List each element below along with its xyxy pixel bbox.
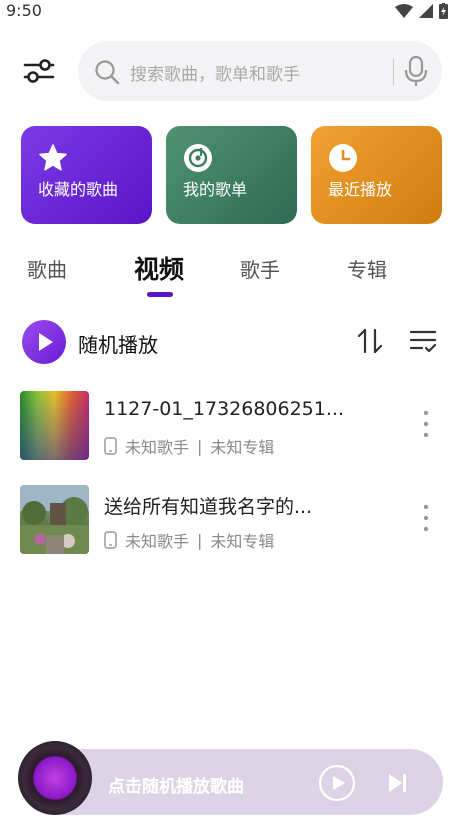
status-time: 9:50: [6, 1, 42, 20]
album-disc[interactable]: [18, 741, 92, 815]
microphone-icon[interactable]: [403, 55, 429, 87]
song-meta: 未知歌手 | 未知专辑: [104, 528, 274, 552]
clock-icon: [329, 144, 357, 172]
shuffle-play-button[interactable]: [22, 320, 66, 364]
song-title: 送给所有知道我名字的...: [104, 496, 313, 518]
search-icon: [95, 60, 120, 85]
player-label[interactable]: 点击随机播放歌曲: [108, 772, 244, 797]
wifi-icon: [395, 4, 413, 18]
song-artist: 未知歌手: [125, 438, 190, 457]
card-label: 收藏的歌曲: [38, 180, 119, 199]
search-bar[interactable]: 搜索歌曲，歌单和歌手: [78, 41, 442, 101]
list-check-icon[interactable]: [408, 326, 438, 356]
phone-icon: [104, 437, 117, 455]
song-album: 未知专辑: [210, 438, 275, 457]
garden-scene: [20, 485, 89, 554]
meta-separator: |: [197, 530, 203, 550]
shuffle-label[interactable]: 随机播放: [78, 329, 158, 358]
more-vertical-icon[interactable]: [416, 408, 436, 440]
sort-icon[interactable]: [355, 326, 385, 356]
music-disc-icon: [184, 144, 212, 172]
song-title: 1127-01_17326806251...: [104, 398, 344, 420]
shuffle-row: 随机播放: [0, 316, 458, 368]
video-thumbnail: [20, 485, 89, 554]
more-vertical-icon[interactable]: [416, 502, 436, 534]
song-album: 未知专辑: [210, 532, 275, 551]
tab-songs[interactable]: 歌曲: [27, 254, 67, 283]
tab-artists[interactable]: 歌手: [240, 254, 280, 283]
category-tabs: 歌曲 视频 歌手 专辑: [0, 248, 458, 300]
signal-icon: [419, 4, 433, 18]
status-icons: [395, 3, 448, 19]
search-divider: [393, 59, 394, 85]
top-bar: 搜索歌曲，歌单和歌手: [0, 40, 458, 102]
song-meta: 未知歌手 | 未知专辑: [104, 434, 274, 458]
active-tab-indicator: [147, 292, 173, 297]
status-bar: 9:50: [0, 0, 458, 24]
list-item[interactable]: 1127-01_17326806251... 未知歌手 | 未知专辑: [0, 386, 458, 466]
battery-icon: [439, 3, 448, 19]
tab-albums[interactable]: 专辑: [347, 254, 387, 283]
phone-icon: [104, 531, 117, 549]
tab-videos[interactable]: 视频: [134, 250, 184, 286]
star-icon: [39, 144, 67, 171]
play-circle-icon[interactable]: [318, 764, 356, 802]
song-artist: 未知歌手: [125, 532, 190, 551]
video-thumbnail: [20, 391, 89, 460]
card-label: 最近播放: [328, 180, 393, 199]
play-icon: [39, 333, 53, 351]
card-label: 我的歌单: [183, 180, 248, 199]
meta-separator: |: [197, 436, 203, 456]
settings-sliders-icon[interactable]: [22, 54, 56, 88]
search-input[interactable]: 搜索歌曲，歌单和歌手: [130, 60, 300, 85]
list-item[interactable]: 送给所有知道我名字的... 未知歌手 | 未知专辑: [0, 480, 458, 560]
favorite-songs-card[interactable]: 收藏的歌曲: [21, 126, 152, 224]
skip-next-icon[interactable]: [384, 770, 410, 796]
my-playlists-card[interactable]: 我的歌单: [166, 126, 297, 224]
recent-plays-card[interactable]: 最近播放: [311, 126, 442, 224]
